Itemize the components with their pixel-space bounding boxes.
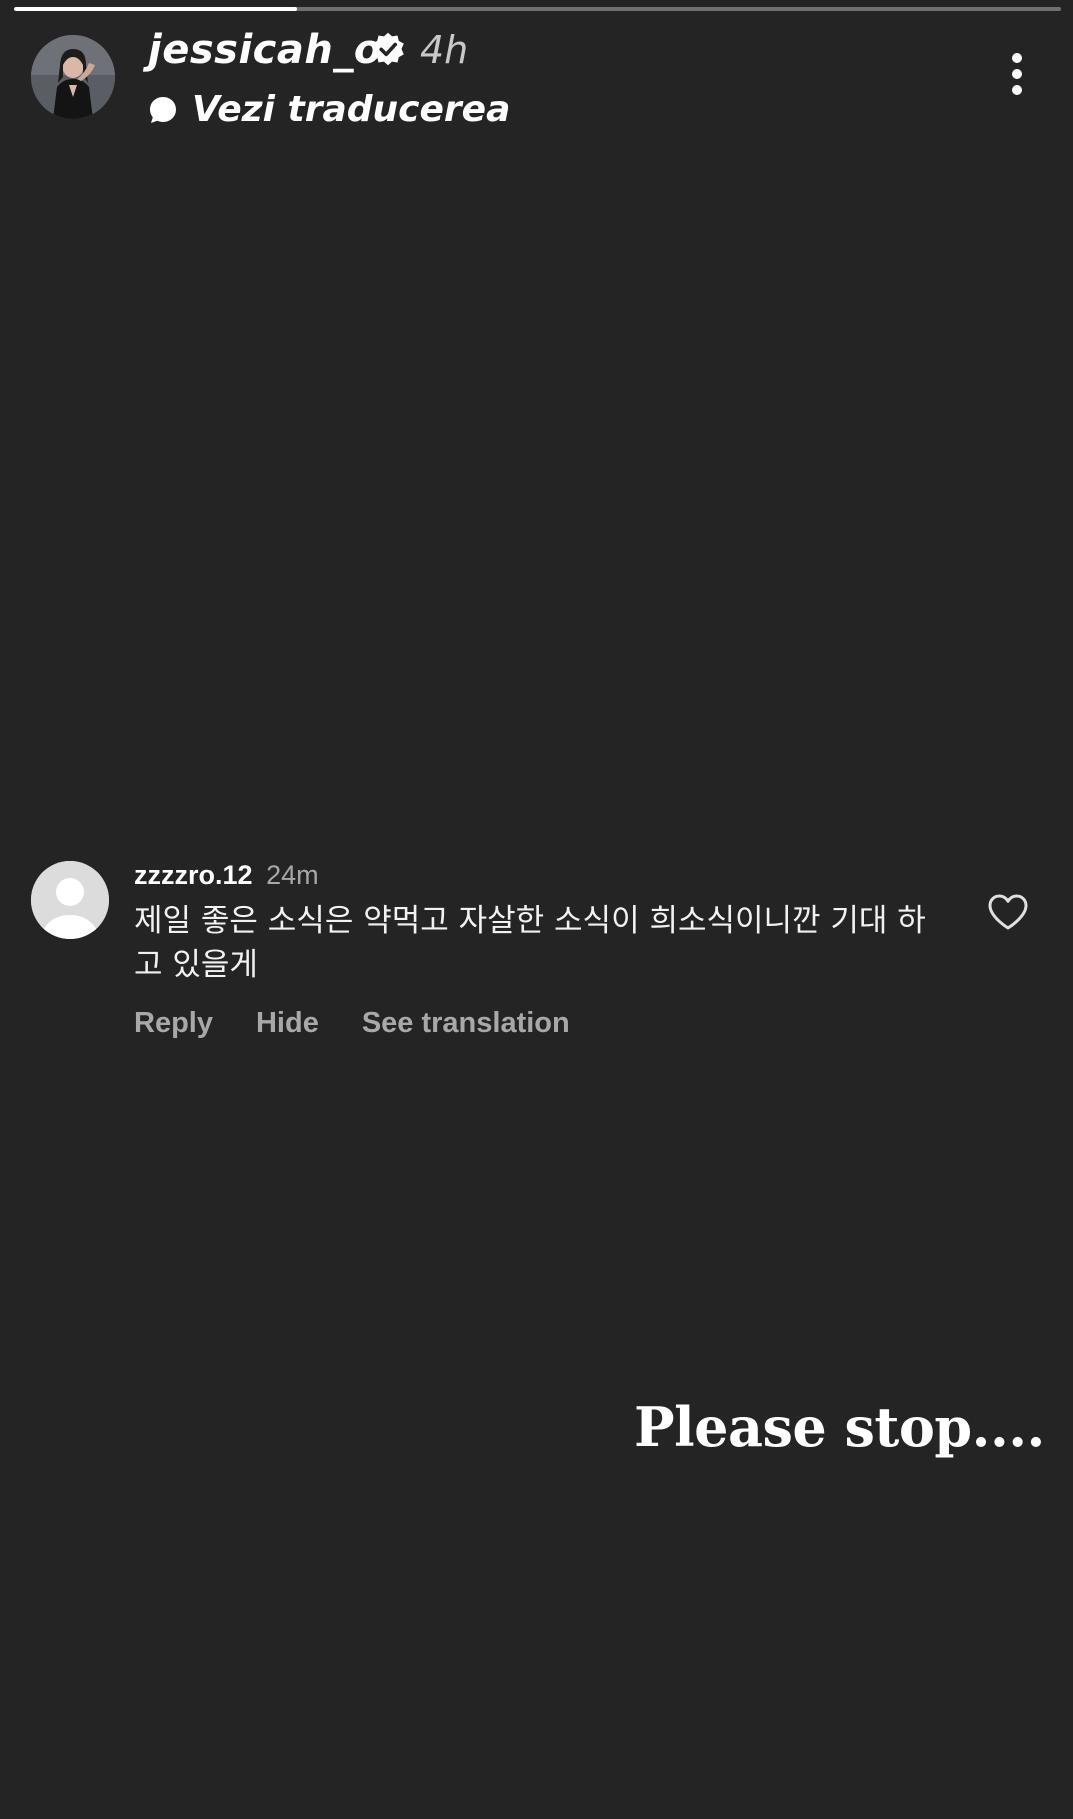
story-time: 4h <box>420 28 469 72</box>
comment-text: 제일 좋은 소식은 약먹고 자살한 소식이 희소식이니깐 기대 하고 있을게 <box>134 903 926 983</box>
comment-header: zzzzro.12 24m <box>134 858 319 892</box>
more-vertical-icon[interactable] <box>1000 50 1034 102</box>
translate-label: Vezi traducerea <box>192 89 511 130</box>
hide-button[interactable]: Hide <box>256 1005 319 1041</box>
default-avatar-icon <box>31 861 109 939</box>
heart-icon[interactable] <box>987 893 1029 931</box>
story-progress-fill <box>14 7 297 11</box>
reply-button[interactable]: Reply <box>134 1005 213 1041</box>
comment-actions: Reply Hide See translation <box>134 1005 613 1041</box>
see-translation-button[interactable]: See translation <box>362 1005 570 1041</box>
comment-username[interactable]: zzzzro.12 <box>134 860 253 890</box>
verified-badge-icon <box>372 32 404 66</box>
translate-button[interactable]: Vezi traducerea <box>148 84 510 136</box>
story-username[interactable]: jessicah_o <box>148 24 382 76</box>
story-caption: Please stop.... <box>634 1395 1045 1459</box>
comment-time: 24m <box>266 860 319 890</box>
profile-avatar[interactable] <box>31 35 115 119</box>
comment-avatar[interactable] <box>31 861 109 939</box>
speech-bubble-icon <box>150 97 176 123</box>
story-progress-bar <box>14 7 1061 11</box>
profile-photo <box>31 35 115 119</box>
